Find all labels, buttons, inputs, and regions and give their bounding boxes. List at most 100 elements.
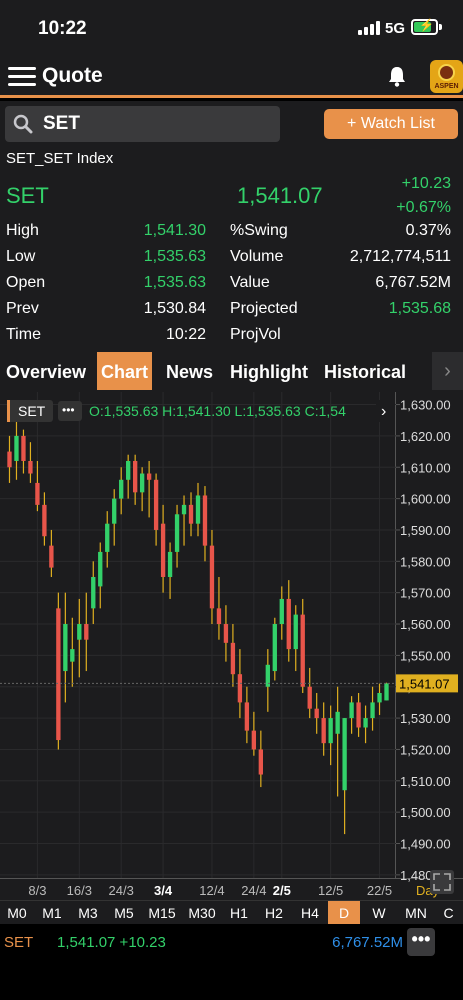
ohlc-readout: O:1,535.63 H:1,541.30 L:1,535.63 C:1,54 [89,403,346,419]
stat-label: Volume [230,248,284,265]
candle [377,693,382,703]
price-chart[interactable]: 1,630.00 1,620.00 1,610.00 1,600.00 1,590.00… [0,392,463,900]
ticker-value: 6,767.52M [332,934,403,951]
tab-chart[interactable]: Chart [97,352,153,390]
candle [42,504,47,537]
candle [56,608,61,741]
candle [356,702,361,728]
candle [77,624,82,640]
candle [181,504,187,515]
logo-text: ASPEN [434,83,459,90]
stat-label: Open [6,274,46,291]
candlestick-chart[interactable]: 1,630.00 1,620.00 1,610.00 1,600.00 1,590.00… [0,392,463,900]
candle [139,473,145,493]
candle [300,614,305,687]
search-input[interactable]: SET [5,106,280,142]
candle [84,624,89,640]
timeframe-w[interactable]: W [360,901,398,925]
timeframe-m0[interactable]: M0 [0,901,34,925]
candle [321,718,326,744]
search-row: SET + Watch List [0,101,463,145]
timeframe-mn[interactable]: MN [398,901,434,925]
candle [370,702,375,719]
candle [112,498,117,524]
candle [286,598,291,650]
chart-symbol: SET [18,403,46,419]
timeframe-h2[interactable]: H2 [256,901,292,925]
timeframe-m15[interactable]: M15 [142,901,182,925]
last-price-label: 1,541.07 [399,676,450,691]
candle [272,624,277,672]
y-tick-label: 1,570.00 [400,586,451,601]
candle [91,576,96,609]
stat-row: Time 10:22 ProjVol [0,326,463,352]
timeframe-h1[interactable]: H1 [222,901,256,925]
y-tick-label: 1,610.00 [400,460,451,475]
timeframe-c[interactable]: C [434,901,463,925]
candle [195,495,201,524]
last-price-tag: 1,541.07 [396,674,458,693]
x-tick-label: 2/5 [273,883,291,898]
ticker-symbol: SET [4,934,34,951]
stat-label: High [6,222,39,239]
y-tick-label: 1,500.00 [400,805,451,820]
candle [174,514,180,552]
chevron-right-icon[interactable]: › [381,403,386,420]
candle [35,482,40,505]
candle [146,473,152,480]
timeframe-m30[interactable]: M30 [182,901,222,925]
timeframe-m1[interactable]: M1 [34,901,70,925]
page-title: Quote [42,64,103,87]
timeframe-d[interactable]: D [328,901,360,925]
stat-row: Prev 1,530.84 Projected 1,535.68 [0,300,463,326]
stat-label: Prev [6,300,39,317]
signal-icon [358,21,380,35]
candle [363,718,368,728]
stat-value: 0.37% [405,222,451,239]
candle [328,718,333,744]
footer-ticker: SET 1,541.07 +10.23 6,767.52M ••• [0,924,463,962]
stat-value: 1,541.30 [143,222,206,239]
timeframe-m3[interactable]: M3 [70,901,106,925]
y-tick-label: 1,560.00 [400,617,451,632]
y-tick-label: 1,590.00 [400,523,451,538]
tab-overview[interactable]: Overview [2,352,90,390]
y-tick-label: 1,620.00 [400,429,451,444]
x-tick-label: 12/5 [318,883,343,898]
candle [209,545,215,609]
stat-value: 1,535.63 [143,248,206,265]
candle [307,686,312,709]
expand-icon[interactable] [430,870,454,894]
chevron-right-icon[interactable]: › [432,352,463,390]
y-tick-label: 1,550.00 [400,648,451,663]
candle [202,495,208,546]
stat-value: 2,712,774,511 [349,248,451,265]
watch-list-button[interactable]: + Watch List [324,109,458,139]
last-price: 1,541.07 [237,183,323,208]
candle [153,479,159,530]
timeframe-m5[interactable]: M5 [106,901,142,925]
tab-news[interactable]: News [162,352,217,390]
menu-icon[interactable] [8,64,36,88]
app-logo[interactable]: ASPEN [430,60,463,93]
more-options-button[interactable]: ••• [407,928,435,956]
x-tick-label: 22/5 [367,883,392,898]
tab-highlight[interactable]: Highlight [226,352,312,390]
y-tick-label: 1,510.00 [400,774,451,789]
candle [7,451,12,468]
timeframe-h4[interactable]: H4 [292,901,328,925]
y-tick-label: 1,530.00 [400,711,451,726]
candle [119,479,124,499]
candle [293,614,298,650]
candle [70,649,75,662]
stat-value: 1,535.68 [388,300,451,317]
security-full-name: SET_SET Index [6,150,114,167]
tab-historical[interactable]: Historical [320,352,410,390]
candle [63,624,68,672]
stat-label: Low [6,248,36,265]
candle [335,711,340,734]
stat-value: 1,530.84 [143,300,206,317]
bell-icon[interactable] [386,65,408,87]
ticker-price: 1,541.07 +10.23 [57,934,166,951]
status-bar: 10:22 5G ⚡ [0,0,463,56]
